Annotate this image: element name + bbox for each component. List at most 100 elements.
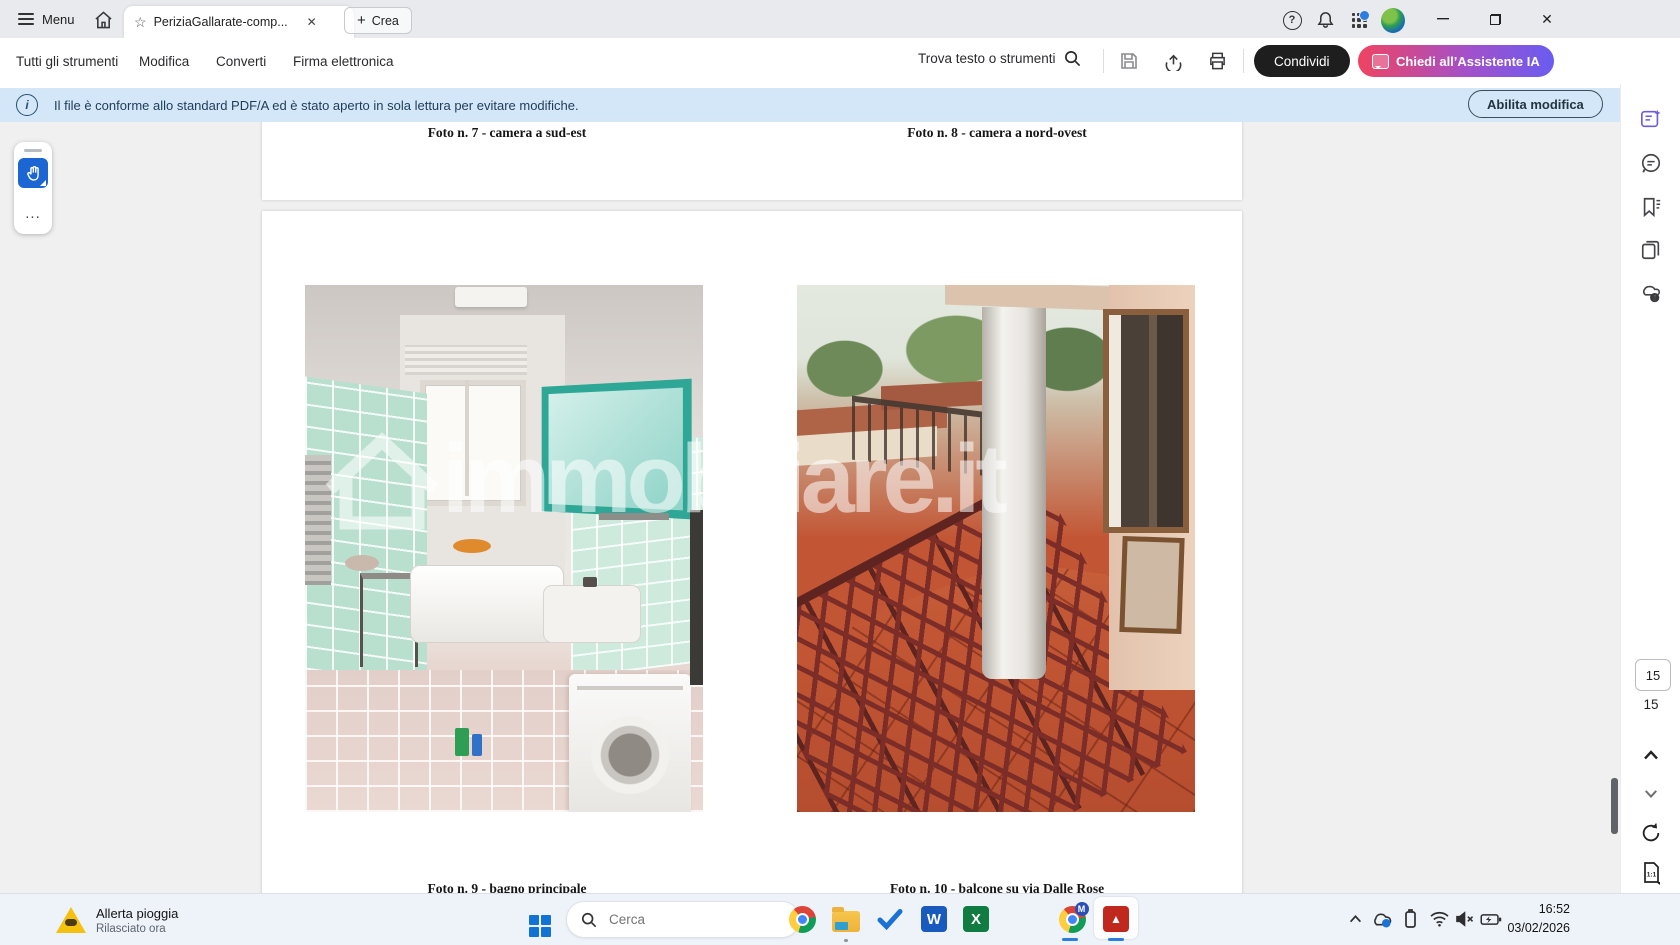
ai-assistant-button[interactable]: Chiedi all’Assistente IA	[1358, 45, 1554, 77]
time-label: 16:52	[1470, 900, 1570, 919]
actual-size-icon: 1:1	[1641, 861, 1661, 885]
weather-title: Allerta pioggia	[96, 906, 178, 921]
taskbar-chrome[interactable]	[786, 903, 818, 935]
tray-wifi[interactable]	[1426, 903, 1452, 935]
chevron-down-icon	[1644, 789, 1658, 798]
cloud-icon	[1370, 910, 1393, 928]
photo-bathtub	[410, 565, 564, 643]
taskbar-search[interactable]	[566, 901, 800, 938]
previous-page-button[interactable]	[1634, 738, 1668, 772]
ai-panel-icon	[1640, 108, 1662, 130]
taskbar-word[interactable]: W	[918, 903, 950, 935]
share-button[interactable]: Condividi	[1254, 45, 1350, 77]
weather-alert-icon	[56, 907, 86, 933]
ai-assistant-panel-button[interactable]	[1634, 102, 1668, 136]
home-icon	[94, 11, 113, 29]
apps-grid-icon	[1352, 13, 1367, 28]
menu-converti[interactable]: Converti	[212, 38, 270, 84]
taskbar-search-input[interactable]	[607, 911, 741, 928]
close-button[interactable]: ✕	[1524, 0, 1570, 38]
profile-badge: M	[1075, 902, 1089, 916]
caption-foto-10: Foto n. 10 - balcone su via Dalle Rose	[752, 881, 1242, 893]
more-tools-button[interactable]: ...	[14, 200, 52, 226]
usb-device-icon	[1404, 909, 1418, 929]
page-thumbnails-button[interactable]	[1634, 233, 1668, 267]
find-tools-button[interactable]: Trova testo o strumenti	[918, 50, 1081, 67]
print-button[interactable]	[1202, 46, 1232, 76]
caption-foto-9: Foto n. 9 - bagno principale	[262, 881, 752, 893]
tray-device[interactable]	[1398, 903, 1424, 935]
home-button[interactable]	[90, 7, 116, 33]
caption-foto-8: Foto n. 8 - camera a nord-ovest	[752, 125, 1242, 141]
crea-label: Crea	[372, 14, 399, 28]
taskbar-clock[interactable]: 16:52 03/02/2026	[1470, 900, 1570, 938]
attachments-panel-button[interactable]: i	[1634, 276, 1668, 310]
pdfa-notice-bar: i Il file è conforme allo standard PDF/A…	[0, 88, 1628, 122]
quick-tools-pill: ...	[14, 142, 52, 234]
acrobat-icon: ▲	[1103, 906, 1129, 932]
menu-modifica[interactable]: Modifica	[135, 38, 193, 84]
total-pages-label: 15	[1621, 697, 1680, 712]
enable-editing-button[interactable]: Abilita modifica	[1468, 90, 1603, 118]
find-label: Trova testo o strumenti	[918, 51, 1056, 66]
drag-handle[interactable]	[24, 149, 42, 152]
account-button[interactable]	[1381, 8, 1405, 32]
minimize-button[interactable]	[1420, 0, 1466, 38]
taskbar-file-explorer[interactable]	[830, 903, 862, 935]
chrome-profile-icon: M	[1059, 906, 1086, 933]
menu-tutti-gli-strumenti[interactable]: Tutti gli strumenti	[12, 38, 122, 84]
star-icon[interactable]: ☆	[134, 14, 147, 31]
tray-onedrive[interactable]	[1368, 903, 1394, 935]
chevron-up-icon	[1643, 750, 1659, 760]
menu-button[interactable]: Menu	[10, 4, 83, 34]
help-icon: ?	[1283, 11, 1302, 30]
menu-firma-elettronica[interactable]: Firma elettronica	[289, 38, 398, 84]
notifications-button[interactable]	[1313, 8, 1337, 32]
apps-button[interactable]	[1347, 8, 1371, 32]
restore-button[interactable]	[1472, 0, 1518, 38]
svg-text:1:1: 1:1	[1647, 872, 1657, 879]
assistant-label: Chiedi all’Assistente IA	[1396, 54, 1540, 69]
upload-button[interactable]	[1158, 46, 1188, 76]
document-viewport[interactable]: Foto n. 7 - camera a sud-est Foto n. 8 -…	[0, 122, 1620, 893]
tab-close-icon[interactable]: ✕	[307, 15, 317, 29]
save-button[interactable]	[1114, 46, 1144, 76]
restore-icon	[1490, 14, 1501, 25]
folder-icon	[832, 911, 860, 932]
page-number-input[interactable]	[1635, 659, 1671, 691]
taskbar-todo-app[interactable]	[874, 903, 906, 935]
word-icon: W	[921, 906, 947, 932]
search-icon	[581, 912, 597, 928]
weather-widget[interactable]: Allerta pioggia Rilasciato ora	[50, 899, 184, 941]
tray-show-hidden-icons[interactable]	[1342, 903, 1368, 935]
taskbar-acrobat[interactable]: ▲	[1100, 903, 1132, 935]
comments-panel-button[interactable]	[1634, 146, 1668, 180]
file-info-icon: i	[1640, 282, 1662, 304]
chrome-icon	[789, 906, 816, 933]
help-button[interactable]: ?	[1280, 8, 1304, 32]
taskbar-chrome-profile[interactable]: M	[1056, 903, 1088, 935]
print-icon	[1208, 52, 1227, 70]
refresh-icon	[1640, 822, 1662, 844]
search-icon	[1064, 50, 1081, 67]
toolbar-divider	[1103, 49, 1104, 73]
running-indicator	[1062, 938, 1078, 941]
photo-balcony	[797, 285, 1195, 812]
excel-icon: X	[963, 906, 989, 932]
actual-size-button[interactable]: 1:1	[1634, 856, 1668, 890]
upload-icon	[1164, 52, 1183, 71]
document-tab[interactable]: ☆ PeriziaGallarate-comp... ✕	[124, 6, 354, 38]
bookmarks-panel-button[interactable]	[1634, 190, 1668, 224]
running-indicator	[844, 939, 848, 942]
hand-tool-button[interactable]	[18, 158, 48, 188]
vertical-scrollbar-thumb[interactable]	[1611, 778, 1618, 834]
start-button[interactable]	[529, 915, 551, 937]
acrobat-window: Menu ☆ PeriziaGallarate-comp... ✕ + Crea…	[0, 0, 1680, 945]
copy-pages-icon	[1640, 239, 1662, 261]
taskbar-excel[interactable]: X	[960, 903, 992, 935]
next-page-button[interactable]	[1634, 776, 1668, 810]
main-toolbar: Tutti gli strumenti Modifica Converti Fi…	[0, 38, 1680, 84]
rotate-page-button[interactable]	[1634, 816, 1668, 850]
hamburger-icon	[18, 13, 34, 25]
crea-button[interactable]: + Crea	[344, 7, 412, 34]
